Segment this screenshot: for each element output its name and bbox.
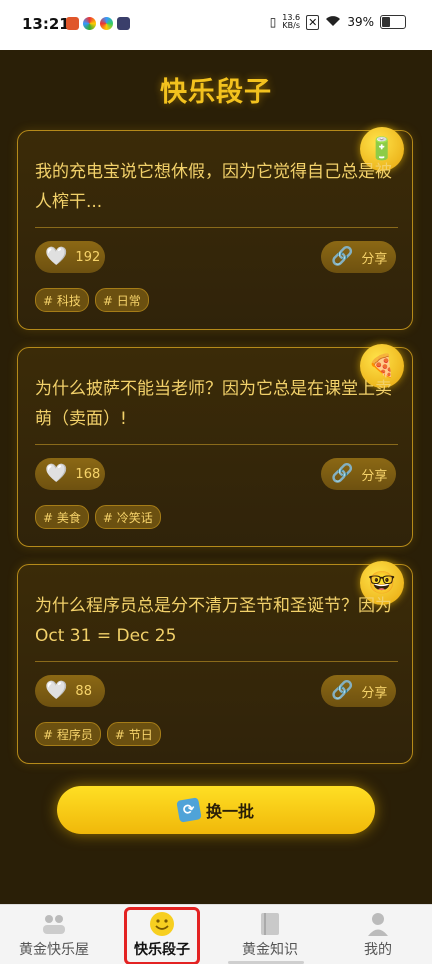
network-speed-unit: KB/s [282,21,300,30]
notification-icons [66,17,130,30]
link-icon: 🔗 [331,680,354,701]
joke-text: 为什么披萨不能当老师？因为它总是在课堂上卖萌（卖面）! [35,379,392,429]
refresh-icon: ⟳ [176,797,202,823]
network-speed: 13.6 KB/s [282,14,300,30]
active-tab-highlight [124,907,200,964]
like-count: 192 [75,249,101,265]
share-label: 分享 [361,685,388,701]
vibrate-icon: ▯ [269,15,277,29]
tag[interactable]: # 程序员 [35,722,101,746]
battery-icon [380,15,406,29]
share-button[interactable]: 🔗 分享 [321,675,396,707]
share-label: 分享 [361,468,388,484]
like-button[interactable]: 🤍 192 [35,241,105,273]
like-button[interactable]: 🤍 88 [35,675,105,707]
tag[interactable]: # 科技 [35,288,89,312]
app-notification-icon [66,17,79,30]
joke-card: 🤓 为什么程序员总是分不清万圣节和圣诞节？因为 Oct 31 = Dec 25 … [17,561,413,764]
family-icon [40,911,68,937]
screen: 13:21 ▯ 13.6 KB/s ✕ 39% 快乐段子 🔋 我的充电宝说它想休… [0,0,432,964]
app-notification-icon [83,17,96,30]
no-sim-icon: ✕ [306,14,320,30]
status-bar: 13:21 ▯ 13.6 KB/s ✕ 39% [0,0,432,50]
tag-list: # 程序员 # 节日 [35,722,161,746]
joke-text: 为什么程序员总是分不清万圣节和圣诞节？因为 Oct 31 = Dec 25 [35,596,392,646]
heart-icon: 🤍 [45,463,68,484]
book-icon [256,911,284,937]
refresh-label: 换一批 [205,802,254,821]
joke-card: 🍕 为什么披萨不能当老师？因为它总是在课堂上卖萌（卖面）! 🤍 168 🔗 分享… [17,344,413,547]
heart-icon: 🤍 [45,246,68,267]
tag[interactable]: # 冷笑话 [94,505,161,529]
heart-icon: 🤍 [45,680,68,701]
tag[interactable]: # 节日 [106,722,161,746]
divider [35,444,398,445]
joke-card: 🔋 我的充电宝说它想休假，因为它觉得自己总是被人榨干... 🤍 192 🔗 分享… [17,127,413,330]
tag-list: # 美食 # 冷笑话 [35,505,161,529]
like-count: 88 [75,683,92,699]
tag[interactable]: # 日常 [94,288,149,312]
page-title: 快乐段子 [160,77,272,108]
tag[interactable]: # 美食 [35,505,89,529]
user-icon [364,911,392,937]
share-label: 分享 [361,251,388,267]
app-notification-icon [117,17,130,30]
divider [35,661,398,662]
tab-label: 我的 [364,942,392,958]
link-icon: 🔗 [331,246,354,267]
refresh-button[interactable]: ⟳ 换一批 [57,786,375,834]
divider [35,227,398,228]
main-content: 快乐段子 🔋 我的充电宝说它想休假，因为它觉得自己总是被人榨干... 🤍 192… [0,50,432,904]
tab-label: 黄金快乐屋 [19,942,89,958]
tag-list: # 科技 # 日常 [35,288,149,312]
tab-profile[interactable]: 我的 [324,905,432,964]
like-count: 168 [75,466,101,482]
battery-percentage: 39% [347,15,374,29]
share-button[interactable]: 🔗 分享 [321,458,396,490]
status-time: 13:21 [22,15,70,33]
joke-text: 我的充电宝说它想休假，因为它觉得自己总是被人榨干... [35,162,392,212]
tab-golden-happy-house[interactable]: 黄金快乐屋 [0,905,108,964]
tab-label: 黄金知识 [242,942,298,958]
bottom-tab-bar: 黄金快乐屋 快乐段子 黄金知识 我的 [0,904,432,964]
wifi-icon [325,15,341,30]
tab-gold-knowledge[interactable]: 黄金知识 [216,905,324,964]
app-notification-icon [100,17,113,30]
link-icon: 🔗 [331,463,354,484]
share-button[interactable]: 🔗 分享 [321,241,396,273]
system-indicators: ▯ 13.6 KB/s ✕ 39% [270,14,406,30]
like-button[interactable]: 🤍 168 [35,458,105,490]
